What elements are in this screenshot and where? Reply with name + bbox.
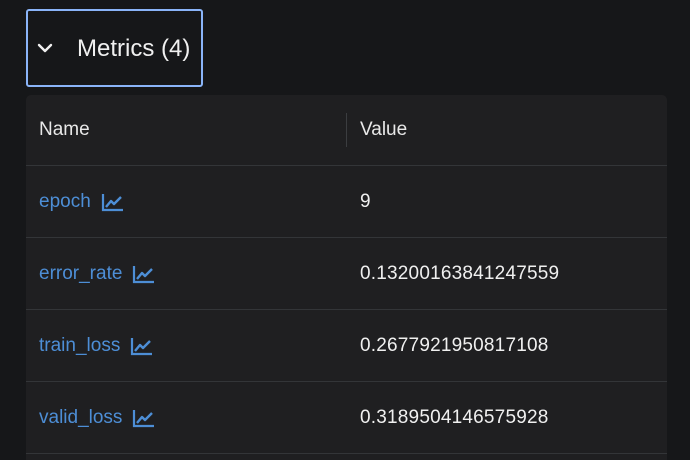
metrics-table: Name Value epoch 9 error_rate 0.13200163…: [26, 95, 667, 460]
table-header: Name Value: [26, 95, 667, 166]
metric-link-epoch[interactable]: epoch: [39, 190, 125, 214]
line-chart-icon: [101, 194, 123, 212]
section-title: Metrics (4): [77, 35, 191, 62]
metric-name: valid_loss: [39, 407, 123, 428]
metric-value: 0.3189504146575928: [360, 407, 549, 428]
metric-value: 0.13200163841247559: [360, 263, 560, 284]
metric-link-train-loss[interactable]: train_loss: [39, 334, 154, 358]
metric-link-error-rate[interactable]: error_rate: [39, 262, 156, 286]
metric-link-valid-loss[interactable]: valid_loss: [39, 406, 156, 430]
table-row: valid_loss 0.3189504146575928: [26, 382, 667, 454]
metrics-panel: Metrics (4) Name Value epoch 9 error_rat…: [0, 0, 690, 460]
line-chart-icon: [133, 410, 155, 428]
chevron-down-icon: [37, 43, 53, 53]
metric-value: 0.2677921950817108: [360, 335, 549, 356]
column-header-name: Name: [39, 119, 90, 140]
line-chart-icon: [131, 338, 153, 356]
metric-value: 9: [360, 191, 371, 212]
line-chart-icon: [133, 266, 155, 284]
table-row: train_loss 0.2677921950817108: [26, 310, 667, 382]
column-resize-handle[interactable]: [346, 113, 347, 147]
metric-name: train_loss: [39, 335, 121, 356]
table-row: error_rate 0.13200163841247559: [26, 238, 667, 310]
table-row: epoch 9: [26, 166, 667, 238]
metric-name: error_rate: [39, 263, 123, 284]
column-header-value: Value: [360, 119, 408, 140]
metric-name: epoch: [39, 191, 91, 212]
metrics-section-toggle[interactable]: Metrics (4): [26, 9, 203, 87]
